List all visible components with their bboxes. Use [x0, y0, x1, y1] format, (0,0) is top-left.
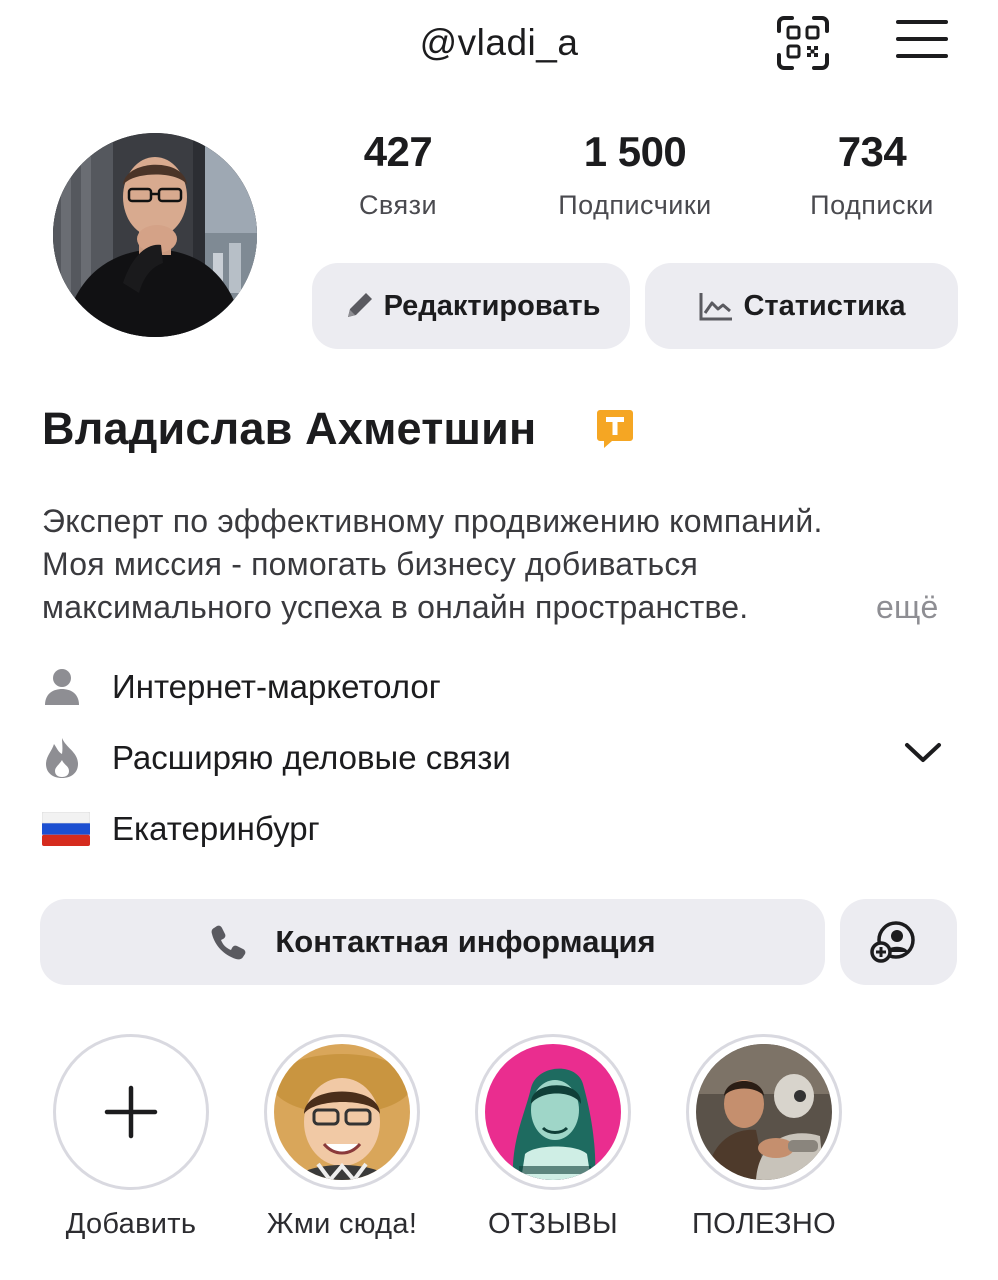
highlight-cover-image: [274, 1044, 410, 1180]
stat-following[interactable]: 734 Подписки: [772, 128, 972, 221]
highlight-ring[interactable]: [475, 1034, 631, 1190]
stat-value: 734: [837, 128, 907, 175]
highlight-cover-image: [696, 1044, 832, 1180]
bio-more-link[interactable]: ещё: [876, 586, 939, 629]
profile-name: Владислав Ахметшин: [42, 403, 537, 454]
contact-info-button[interactable]: Контактная информация: [40, 899, 825, 985]
add-person-icon: [869, 921, 915, 963]
russia-flag-icon: [42, 806, 102, 852]
qr-code-icon[interactable]: [775, 15, 831, 71]
highlight-add[interactable]: Добавить: [53, 1034, 209, 1241]
hamburger-menu-icon[interactable]: [896, 20, 948, 66]
phone-icon: [211, 925, 246, 960]
bio: Эксперт по эффективному продвижению комп…: [42, 500, 952, 629]
city-row: Екатеринбург: [42, 804, 952, 854]
stat-label: Подписки: [810, 190, 934, 220]
highlight-ring[interactable]: [686, 1034, 842, 1190]
chevron-down-icon[interactable]: [904, 741, 942, 770]
top-bar: @vladi_a: [0, 0, 998, 95]
flame-icon: [42, 735, 102, 781]
highlight-click-here[interactable]: Жми сюда!: [264, 1034, 420, 1241]
chart-icon: [699, 293, 733, 321]
edit-profile-label: Редактировать: [383, 289, 601, 322]
stat-connections[interactable]: 427 Связи: [298, 128, 498, 221]
pencil-icon: [347, 293, 372, 317]
profession-row: Интернет-маркетолог: [42, 662, 952, 712]
goal-text: Расширяю деловые связи: [112, 739, 511, 776]
verified-t-badge-icon[interactable]: [596, 408, 634, 450]
highlight-ring[interactable]: [264, 1034, 420, 1190]
username: @vladi_a: [419, 22, 579, 63]
bio-line: Моя миссия - помогать бизнесу добиваться: [42, 546, 699, 582]
highlight-reviews[interactable]: ОТЗЫВЫ: [475, 1034, 631, 1241]
highlight-label: ОТЗЫВЫ: [488, 1208, 618, 1240]
bio-line: максимального успеха в онлайн пространст…: [42, 589, 749, 625]
statistics-button[interactable]: Статистика: [645, 263, 958, 349]
highlight-ring[interactable]: [53, 1034, 209, 1190]
city-text: Екатеринбург: [112, 810, 320, 847]
profession-text: Интернет-маркетолог: [112, 668, 441, 705]
avatar[interactable]: [53, 133, 257, 337]
highlight-label: ПОЛЕЗНО: [692, 1208, 836, 1240]
bio-line: Эксперт по эффективному продвижению комп…: [42, 503, 823, 539]
stat-label: Подписчики: [558, 190, 712, 220]
goal-row[interactable]: Расширяю деловые связи: [42, 733, 952, 783]
highlight-label: Добавить: [65, 1208, 197, 1240]
edit-profile-button[interactable]: Редактировать: [312, 263, 630, 349]
stat-label: Связи: [358, 190, 438, 220]
person-icon: [42, 664, 102, 710]
highlight-useful[interactable]: ПОЛЕЗНО: [686, 1034, 842, 1241]
highlight-label: Жми сюда!: [266, 1208, 418, 1240]
plus-icon: [104, 1085, 158, 1139]
highlight-cover-image: [485, 1044, 621, 1180]
contact-info-label: Контактная информация: [275, 924, 656, 959]
statistics-label: Статистика: [743, 289, 906, 322]
stat-value: 427: [363, 128, 433, 175]
add-connection-button[interactable]: [840, 899, 957, 985]
stat-followers[interactable]: 1 500 Подписчики: [535, 128, 735, 221]
stat-value: 1 500: [583, 128, 687, 175]
